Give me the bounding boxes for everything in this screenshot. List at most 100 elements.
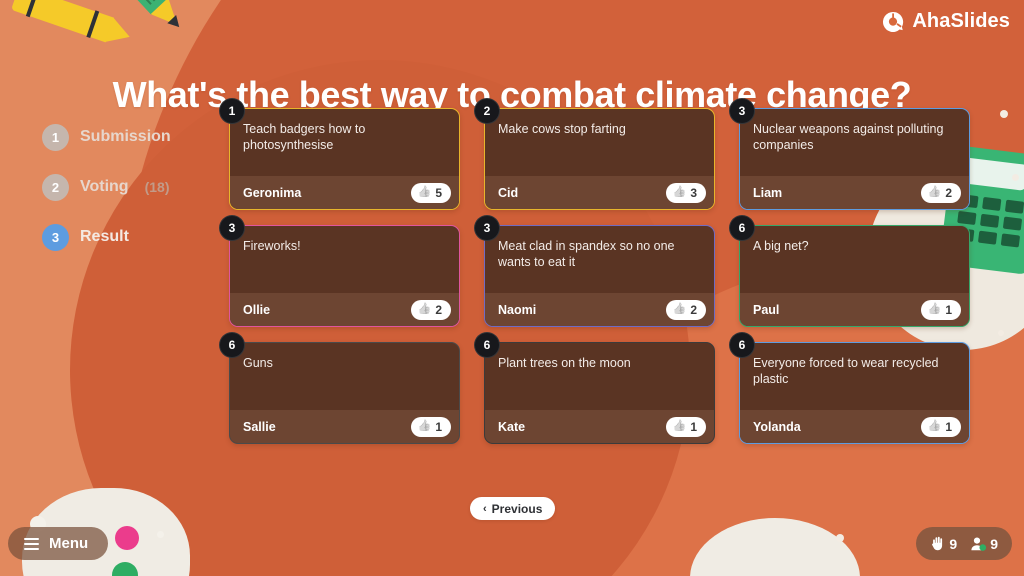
vote-count-badge[interactable]: 👍 1 — [920, 416, 961, 437]
ahaslides-logo: AhaSlides — [882, 10, 1010, 33]
answer-card-footer: Cid 👍 3 — [485, 176, 714, 209]
vote-count-badge[interactable]: 👍 5 — [410, 182, 451, 203]
answer-card[interactable]: 6A big net? Paul 👍 1 — [729, 215, 970, 327]
vote-count: 1 — [945, 302, 952, 317]
answer-card-inner: Guns Sallie 👍 1 — [230, 343, 459, 443]
answer-card[interactable]: 3 Meat clad in spandex so no one wants to… — [474, 215, 715, 327]
chevron-left-icon: ‹ — [483, 502, 487, 515]
sidebar-item-label: Voting — [80, 178, 129, 195]
thumbs-up-icon: 👍 — [672, 303, 687, 315]
vote-count-badge[interactable]: 👍 3 — [665, 182, 706, 203]
participants-stat: 9 — [970, 536, 998, 552]
answer-author: Paul — [753, 302, 780, 317]
answer-card-inner: Fireworks! Ollie 👍 2 — [230, 226, 459, 326]
step-number-badge: 2 — [42, 173, 69, 201]
ahaslides-speech-bubble-icon — [882, 11, 904, 33]
hamburger-icon — [24, 537, 39, 550]
answer-card[interactable]: 6 Everyone forced to wear recycled plasti… — [729, 332, 970, 444]
vote-count: 1 — [435, 419, 442, 434]
answer-card-inner: Meat clad in spandex so no one wants to … — [485, 226, 714, 326]
steps-sidebar: 1 Submission 2 Voting (18) 3 Result — [42, 112, 212, 262]
sidebar-item-voting[interactable]: 2 Voting (18) — [42, 162, 212, 212]
rank-badge: 6 — [729, 215, 755, 241]
voting-count: (18) — [144, 179, 170, 195]
answer-card[interactable]: 2 Make cows stop farting Cid 👍 3 — [474, 98, 715, 210]
rank-badge: 3 — [219, 215, 245, 241]
rank-badge: 6 — [474, 332, 500, 358]
answer-card-inner: Nuclear weapons against polluting compan… — [740, 109, 969, 209]
step-number-badge: 1 — [42, 123, 69, 151]
decor-dot — [1012, 174, 1019, 181]
thumbs-up-icon: 👍 — [927, 303, 942, 315]
vote-count: 1 — [690, 419, 697, 434]
answer-text: Teach badgers how to photosynthesise — [243, 122, 366, 152]
answer-author: Naomi — [498, 302, 537, 317]
answer-card-footer: Geronima 👍 5 — [230, 176, 459, 209]
answer-text: Guns — [243, 356, 273, 370]
answer-text: A big net? — [753, 239, 809, 253]
slide-stage: AhaSlides What's the best way to combat … — [0, 0, 1024, 576]
ahaslides-wordmark: AhaSlides — [912, 10, 1010, 32]
answer-card-footer: Sallie 👍 1 — [230, 410, 459, 443]
vote-count: 2 — [945, 185, 952, 200]
vote-count-badge[interactable]: 👍 1 — [410, 416, 451, 437]
thumbs-up-icon: 👍 — [672, 420, 687, 432]
vote-count-badge[interactable]: 👍 1 — [665, 416, 706, 437]
answer-card-footer: Ollie 👍 2 — [230, 293, 459, 326]
thumbs-up-icon: 👍 — [927, 186, 942, 198]
answer-author: Geronima — [243, 185, 302, 200]
rank-badge: 6 — [729, 332, 755, 358]
answer-card[interactable]: 6 Guns Sallie 👍 1 — [219, 332, 460, 444]
participants-count: 9 — [990, 535, 998, 552]
thumbs-up-icon: 👍 — [927, 420, 942, 432]
answer-card-footer: Liam 👍 2 — [740, 176, 969, 209]
vote-count-badge[interactable]: 👍 2 — [920, 182, 961, 203]
vote-count: 3 — [690, 185, 697, 200]
raised-hand-icon — [930, 536, 946, 552]
answer-text: Nuclear weapons against polluting compan… — [753, 122, 944, 152]
answer-author: Yolanda — [753, 419, 801, 434]
answer-author: Kate — [498, 419, 526, 434]
decor-dot — [998, 330, 1004, 336]
raised-hand-count: 9 — [949, 535, 958, 552]
participants-icon — [970, 536, 987, 552]
vote-count-badge[interactable]: 👍 2 — [410, 299, 451, 320]
results-grid: 1 Teach badgers how to photosynthesise Ger… — [219, 98, 970, 444]
previous-button[interactable]: ‹ Previous — [470, 497, 556, 520]
background-blob-bottom — [690, 518, 860, 576]
sidebar-item-label: Submission — [80, 128, 171, 145]
answer-author: Sallie — [243, 419, 276, 434]
thumbs-up-icon: 👍 — [417, 420, 432, 432]
palette-paint-dot-green — [112, 562, 138, 576]
thumbs-up-icon: 👍 — [417, 303, 432, 315]
answer-text: Plant trees on the moon — [498, 356, 631, 370]
decor-dot — [157, 531, 164, 538]
answer-card[interactable]: 3 Nuclear weapons against polluting compa… — [729, 98, 970, 210]
rank-badge: 6 — [219, 332, 245, 358]
vote-count-badge[interactable]: 👍 2 — [665, 299, 706, 320]
status-badge: 9 9 — [916, 527, 1012, 560]
rank-badge: 2 — [474, 98, 500, 124]
answer-text: Meat clad in spandex so no one wants to … — [498, 239, 675, 269]
step-number-badge: 3 — [42, 223, 69, 251]
answer-card[interactable]: 3 Fireworks! Ollie 👍 2 — [219, 215, 460, 327]
answer-text: Make cows stop farting — [498, 122, 626, 136]
menu-button[interactable]: Menu — [8, 527, 109, 560]
answer-card[interactable]: 6 Plant trees on the moon Kate 👍 1 — [474, 332, 715, 444]
answer-author: Cid — [498, 185, 519, 200]
palette-paint-dot-pink — [115, 526, 139, 550]
answer-card-footer: Paul 👍 1 — [740, 293, 969, 326]
vote-count: 5 — [435, 185, 442, 200]
answer-card[interactable]: 1 Teach badgers how to photosynthesise Ger… — [219, 98, 460, 210]
answer-card-inner: A big net? Paul 👍 1 — [740, 226, 969, 326]
yellow-crayon-icon — [11, 0, 134, 50]
raised-hand-stat: 9 — [930, 536, 957, 552]
decor-dot — [836, 534, 844, 542]
vote-count: 1 — [945, 419, 952, 434]
vote-count-badge[interactable]: 👍 1 — [920, 299, 961, 320]
sidebar-item-result[interactable]: 3 Result — [42, 212, 212, 262]
sidebar-item-submission[interactable]: 1 Submission — [42, 112, 212, 162]
rank-badge: 3 — [474, 215, 500, 241]
thumbs-up-icon: 👍 — [417, 186, 432, 198]
rank-badge: 1 — [219, 98, 245, 124]
